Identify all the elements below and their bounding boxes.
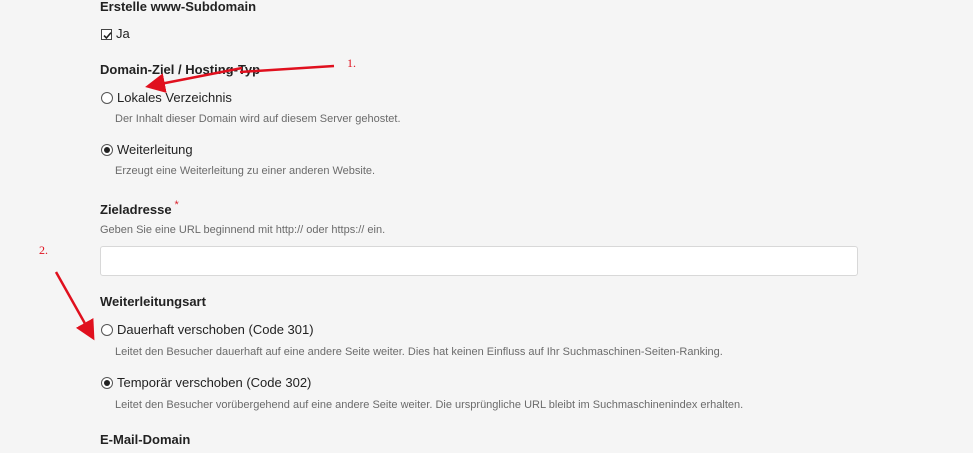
www-subdomain-checkbox[interactable]: [101, 28, 112, 40]
local-directory-hint: Der Inhalt dieser Domain wird auf diesem…: [115, 113, 401, 125]
redirect-radio[interactable]: [101, 144, 113, 156]
checkmark-icon: [103, 31, 112, 39]
www-subdomain-option[interactable]: Ja: [101, 26, 130, 42]
email-domain-title: E-Mail-Domain: [100, 432, 191, 447]
annotation-2-label: 2.: [39, 243, 48, 257]
temporary-302-radio[interactable]: [101, 377, 113, 389]
target-address-hint: Geben Sie eine URL beginnend mit http://…: [100, 224, 386, 236]
www-subdomain-label: Ja: [116, 26, 130, 41]
temporary-302-label: Temporär verschoben (Code 302): [117, 375, 312, 390]
annotation-1-label: 1.: [347, 56, 356, 70]
redirect-label: Weiterleitung: [117, 142, 193, 157]
redirect-type-title: Weiterleitungsart: [100, 294, 206, 309]
required-marker: *: [174, 199, 179, 211]
option-temporary-302[interactable]: Temporär verschoben (Code 302): [101, 375, 311, 391]
local-directory-label: Lokales Verzeichnis: [117, 90, 232, 105]
temporary-302-hint: Leitet den Besucher vorübergehend auf ei…: [115, 399, 744, 411]
target-address-input[interactable]: [100, 246, 858, 276]
www-subdomain-title: Erstelle www-Subdomain: [100, 0, 257, 14]
permanent-301-label: Dauerhaft verschoben (Code 301): [117, 322, 314, 337]
domain-settings-form: Erstelle www-Subdomain Ja Domain-Ziel / …: [0, 0, 973, 453]
option-local-directory[interactable]: Lokales Verzeichnis: [101, 90, 232, 106]
annotation-arrow-2: [54, 271, 95, 341]
redirect-hint: Erzeugt eine Weiterleitung zu einer ande…: [115, 165, 376, 177]
target-address-label: Zieladresse: [100, 202, 172, 217]
local-directory-radio[interactable]: [101, 92, 113, 104]
permanent-301-radio[interactable]: [101, 324, 113, 336]
permanent-301-hint: Leitet den Besucher dauerhaft auf eine a…: [115, 346, 723, 358]
option-redirect[interactable]: Weiterleitung: [101, 142, 193, 158]
target-address-title: Zieladresse *: [100, 199, 179, 219]
option-permanent-301[interactable]: Dauerhaft verschoben (Code 301): [101, 322, 314, 338]
domain-target-title: Domain-Ziel / Hosting-Typ: [100, 62, 261, 77]
